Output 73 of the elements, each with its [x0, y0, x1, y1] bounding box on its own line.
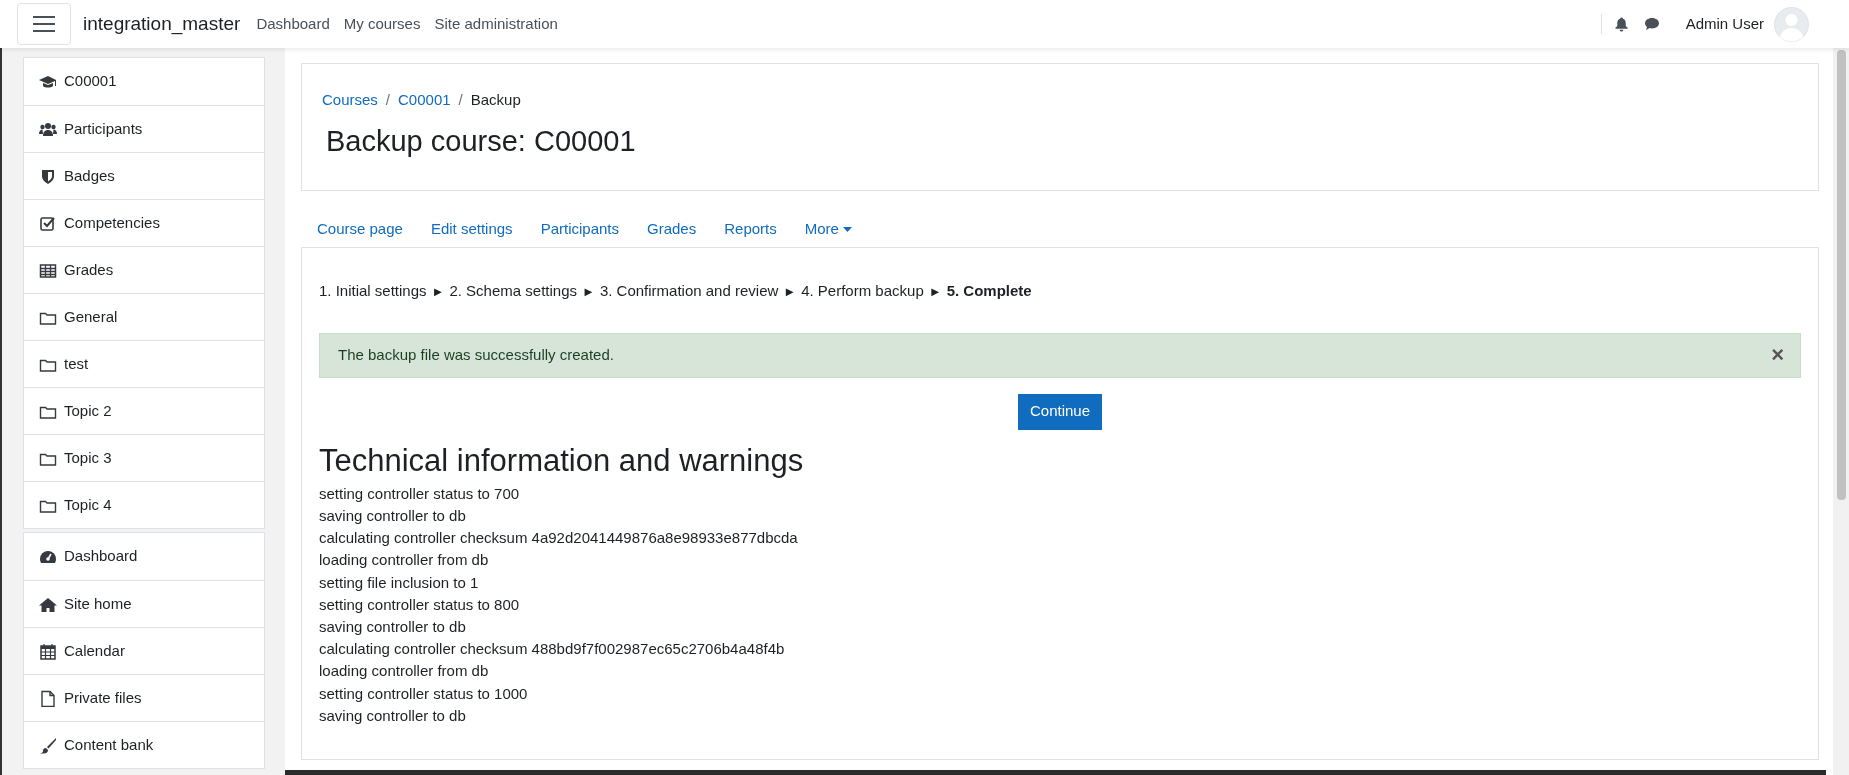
log-line: saving controller to db: [319, 705, 467, 726]
log-line: setting controller status to 800: [319, 594, 521, 615]
course-tab[interactable]: Course page: [303, 218, 417, 241]
scrollbar-thumb[interactable]: [1836, 50, 1846, 500]
section-heading: Technical information and warnings: [319, 441, 805, 479]
breadcrumb-item[interactable]: Courses: [322, 89, 378, 112]
chat-bubble-icon[interactable]: [1643, 17, 1660, 31]
log-line: setting controller status to 1000: [319, 683, 529, 704]
sidebar-item[interactable]: Topic 3: [24, 434, 264, 481]
notification-bell-icon[interactable]: [1613, 16, 1629, 32]
sidebar-item[interactable]: Topic 4: [24, 481, 264, 528]
alert-message: The backup file was successfully created.: [338, 344, 614, 365]
log-line: setting controller status to 700: [319, 483, 521, 504]
sidebar-item[interactable]: Badges: [24, 152, 264, 199]
menu-icon: [32, 15, 56, 33]
sidebar-item[interactable]: Participants: [24, 105, 264, 152]
calendar-icon: [39, 642, 57, 660]
breadcrumb-item[interactable]: C00001: [398, 89, 451, 112]
course-tab[interactable]: Reports: [710, 218, 791, 241]
breadcrumb-separator: /: [385, 90, 391, 110]
step-label: 5. Complete: [946, 281, 1032, 301]
log-line: setting file inclusion to 1: [319, 572, 480, 593]
sidebar-item[interactable]: Content bank: [24, 721, 264, 768]
close-button[interactable]: ×: [1771, 344, 1784, 366]
caret-icon: [842, 227, 852, 232]
log-line: saving controller to db: [319, 616, 467, 637]
sidebar-item[interactable]: test: [24, 340, 264, 387]
menu-button[interactable]: [17, 3, 71, 45]
step-label: 2. Schema settings: [449, 281, 577, 301]
sidebar-item[interactable]: Calendar: [24, 627, 264, 674]
step-label: 3. Confirmation and review: [599, 281, 779, 301]
log-line: loading controller from db: [319, 661, 490, 682]
step-separator: ►: [582, 282, 595, 301]
nav-link[interactable]: My courses: [343, 12, 421, 36]
sidebar-item[interactable]: General: [24, 293, 264, 340]
file-icon: [39, 689, 57, 707]
step-label: 4. Perform backup: [801, 281, 924, 301]
step-separator: ►: [928, 282, 942, 301]
nav-link[interactable]: Dashboard: [256, 12, 330, 36]
sidebar-item[interactable]: C00001: [24, 58, 264, 105]
step-separator: ►: [431, 282, 445, 301]
step-label: 1. Initial settings: [319, 281, 427, 301]
page-title: Backup course: C00001: [326, 123, 637, 159]
paintbrush-icon: [39, 736, 57, 754]
log-line: saving controller to db: [319, 505, 467, 526]
scrollbar[interactable]: [1833, 48, 1849, 775]
sidebar-item[interactable]: Grades: [24, 246, 264, 293]
nav-link[interactable]: Site administration: [434, 12, 558, 36]
breadcrumb-separator: /: [458, 90, 463, 110]
sidebar-item[interactable]: Dashboard: [24, 533, 264, 580]
user-name[interactable]: Admin User: [1685, 12, 1764, 36]
course-tab[interactable]: Grades: [633, 218, 711, 241]
graduation-cap-icon: [39, 73, 57, 90]
gauge-icon: [39, 548, 57, 565]
users-icon: [39, 120, 57, 138]
shield-icon: [39, 167, 57, 185]
step-separator: ►: [783, 282, 797, 301]
checkbox-icon: [39, 214, 57, 232]
continue-button[interactable]: Continue: [1017, 393, 1102, 430]
breadcrumb-item: Backup: [470, 90, 521, 110]
sidebar-item[interactable]: Private files: [24, 674, 264, 721]
sidebar-item[interactable]: Site home: [24, 580, 264, 627]
course-tab[interactable]: Participants: [526, 218, 633, 241]
log-line: calculating controller checksum 4a92d2041449876a8e98933e877dbcda: [319, 528, 799, 549]
site-name[interactable]: integration_master: [83, 9, 241, 39]
course-tab[interactable]: Edit settings: [416, 218, 527, 241]
house-icon: [39, 595, 57, 613]
sidebar-item[interactable]: Competencies: [24, 199, 264, 246]
log-line: loading controller from db: [319, 550, 490, 571]
sidebar-item[interactable]: Topic 2: [24, 387, 264, 434]
log-line: calculating controller checksum 488bd9f7f002987ec65c2706b4a48f4b: [319, 639, 786, 660]
course-tab[interactable]: More: [790, 218, 866, 241]
table-icon: [39, 261, 57, 279]
